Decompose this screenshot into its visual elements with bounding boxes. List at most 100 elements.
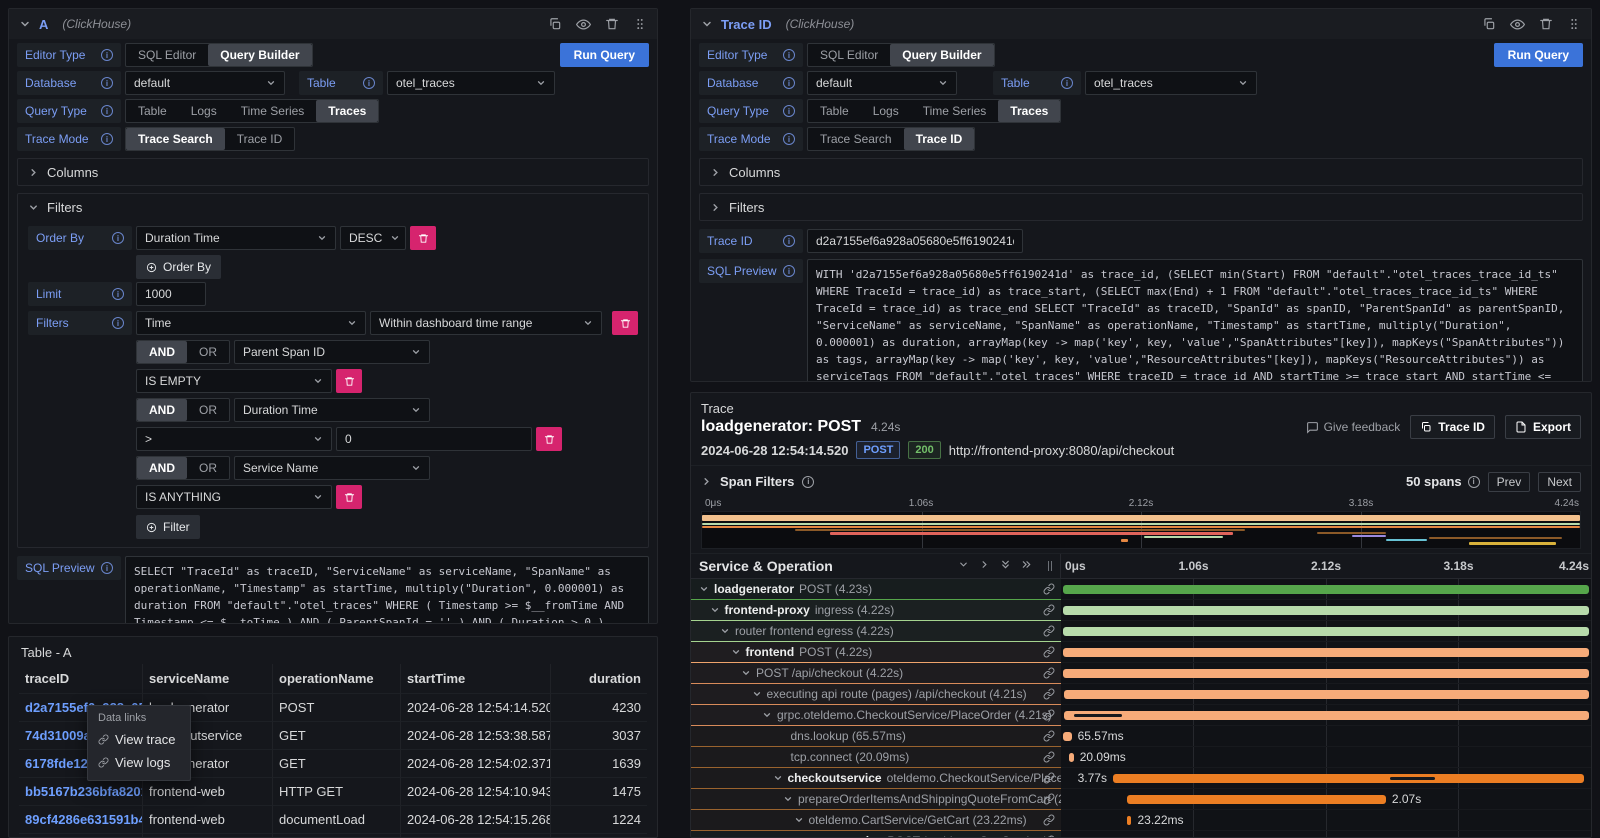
filter-operator-select[interactable]: IS ANYTHING [136, 485, 332, 509]
trace-minimap[interactable] [701, 511, 1581, 549]
span-link-icon[interactable] [1043, 625, 1055, 637]
filters-section[interactable]: Filters [699, 193, 1583, 221]
hide-query-icon[interactable] [576, 17, 591, 32]
span-expand-icon[interactable] [731, 647, 741, 657]
trace-id-link[interactable]: 9ce7ecfc91941996c... [19, 833, 143, 838]
remove-filter-button[interactable] [336, 369, 362, 393]
span-expand-icon[interactable] [794, 815, 804, 825]
span-link-icon[interactable] [1043, 751, 1055, 763]
span-link-icon[interactable] [1043, 583, 1055, 595]
span-link-icon[interactable] [1043, 709, 1055, 721]
span-expand-icon[interactable] [783, 794, 793, 804]
span-timeline-cell[interactable] [1061, 579, 1591, 600]
span-link-icon[interactable] [1043, 793, 1055, 805]
trace-mode-search[interactable]: Trace Search [126, 128, 225, 150]
span-expand-icon[interactable] [710, 605, 720, 615]
query-row-header-b[interactable]: Trace ID (ClickHouse) [691, 9, 1591, 39]
chevron-right-icon[interactable] [710, 202, 721, 213]
span-link-icon[interactable] [1043, 688, 1055, 700]
view-logs-link[interactable]: View logs [98, 751, 180, 774]
or-option[interactable]: OR [187, 457, 229, 479]
span-row[interactable]: loadgeneratorPOST (4.23s) [691, 579, 1591, 600]
or-option[interactable]: OR [187, 341, 229, 363]
span-name-cell[interactable]: executing api route (pages) /api/checkou… [691, 684, 1061, 705]
span-link-icon[interactable] [1043, 646, 1055, 658]
trace-mode-id[interactable]: Trace ID [904, 128, 975, 150]
span-timeline-cell[interactable] [1061, 621, 1591, 642]
span-link-icon[interactable] [1043, 604, 1055, 616]
table-row[interactable]: 89cf4286e631591b4...frontend-webdocument… [9, 805, 657, 833]
column-header-servicename[interactable]: serviceName [143, 664, 273, 693]
trace-id-button[interactable]: Trace ID [1410, 415, 1495, 439]
sql-editor-option[interactable]: SQL Editor [808, 44, 890, 66]
span-link-icon[interactable] [1043, 814, 1055, 826]
trace-id-link[interactable]: 89cf4286e631591b4... [19, 805, 143, 833]
filter-field-select[interactable]: Service Name [234, 456, 430, 480]
span-name-cell[interactable]: oteldemo.CartService/GetCart (23.22ms) [691, 810, 1061, 831]
drag-handle-icon[interactable] [633, 17, 647, 31]
span-name-cell[interactable]: frontend-proxyingress (4.22s) [691, 600, 1061, 621]
filter-operator-select[interactable]: IS EMPTY [136, 369, 332, 393]
span-timeline-cell[interactable]: 20.09ms [1061, 747, 1591, 768]
drag-handle-icon[interactable] [1567, 17, 1581, 31]
span-timeline-cell[interactable] [1061, 600, 1591, 621]
columns-section[interactable]: Columns [699, 158, 1583, 186]
span-expand-icon[interactable] [762, 710, 772, 720]
query-type-table[interactable]: Table [808, 100, 861, 122]
query-type-table[interactable]: Table [126, 100, 179, 122]
export-button[interactable]: Export [1505, 415, 1581, 439]
query-type-logs[interactable]: Logs [861, 100, 911, 122]
span-timeline-cell[interactable] [1061, 831, 1591, 838]
span-row[interactable]: grpc.oteldemo.CheckoutService/PlaceOrder… [691, 705, 1591, 726]
filter-value-input[interactable] [336, 427, 532, 451]
span-filters-label[interactable]: Span Filters [720, 474, 794, 489]
span-name-cell[interactable]: loadgeneratorPOST (4.23s) [691, 579, 1061, 600]
span-row[interactable]: oteldemo.CartService/GetCart (23.22ms)23… [691, 810, 1591, 831]
span-name-cell[interactable]: cartservicePOST /oteldemo.CartService/Ge… [691, 831, 1061, 838]
column-header-starttime[interactable]: startTime [401, 664, 551, 693]
span-name-cell[interactable]: frontendPOST (4.22s) [691, 642, 1061, 663]
query-type-timeseries[interactable]: Time Series [229, 100, 317, 122]
span-row[interactable]: executing api route (pages) /api/checkou… [691, 684, 1591, 705]
database-select[interactable]: default [125, 71, 285, 95]
delete-query-icon[interactable] [1539, 17, 1553, 31]
sql-editor-option[interactable]: SQL Editor [126, 44, 208, 66]
span-expand-icon[interactable] [699, 584, 709, 594]
query-ref-id[interactable]: A [39, 17, 48, 32]
and-option[interactable]: AND [137, 341, 187, 363]
expand-one-icon[interactable] [979, 559, 990, 573]
span-row[interactable]: POST /api/checkout (4.22s) [691, 663, 1591, 684]
span-expand-icon[interactable] [773, 773, 783, 783]
add-order-by-button[interactable]: Order By [136, 255, 221, 279]
trace-id-link[interactable]: bb5167b236bfa8201... [19, 777, 143, 805]
span-name-cell[interactable]: router frontend egress (4.22s) [691, 621, 1061, 642]
query-type-logs[interactable]: Logs [179, 100, 229, 122]
table-row[interactable]: 9ce7ecfc91941996c...frontend-webdocument… [9, 833, 657, 838]
collapse-chevron-icon[interactable] [701, 18, 713, 30]
span-timeline-cell[interactable]: 2.07s [1061, 789, 1591, 810]
chevron-right-icon[interactable] [701, 476, 712, 487]
span-timeline-cell[interactable]: 3.77s [1061, 768, 1591, 789]
trace-mode-search[interactable]: Trace Search [808, 128, 904, 150]
remove-filter-button[interactable] [336, 485, 362, 509]
span-timeline-cell[interactable]: 65.57ms [1061, 726, 1591, 747]
query-type-traces[interactable]: Traces [998, 100, 1060, 122]
span-timeline-cell[interactable] [1061, 684, 1591, 705]
filter-field-select[interactable]: Parent Span ID [234, 340, 430, 364]
span-expand-icon[interactable] [752, 689, 762, 699]
column-header-traceid[interactable]: traceID [19, 664, 143, 693]
filter-time-value-select[interactable]: Within dashboard time range [370, 311, 602, 335]
query-builder-option[interactable]: Query Builder [208, 44, 311, 66]
remove-filter-button[interactable] [612, 311, 638, 335]
next-span-button[interactable]: Next [1538, 472, 1581, 492]
span-row[interactable]: frontend-proxyingress (4.22s) [691, 600, 1591, 621]
table-select[interactable]: otel_traces [387, 71, 555, 95]
span-row[interactable]: cartservicePOST /oteldemo.CartService/Ge… [691, 831, 1591, 838]
add-filter-button[interactable]: Filter [136, 515, 200, 539]
or-option[interactable]: OR [187, 399, 229, 421]
remove-filter-button[interactable] [536, 427, 562, 451]
order-by-field-select[interactable]: Duration Time [136, 226, 336, 250]
span-timeline-cell[interactable]: 23.22ms [1061, 810, 1591, 831]
filter-operator-select[interactable]: > [136, 427, 332, 451]
span-row[interactable]: dns.lookup (65.57ms)65.57ms [691, 726, 1591, 747]
